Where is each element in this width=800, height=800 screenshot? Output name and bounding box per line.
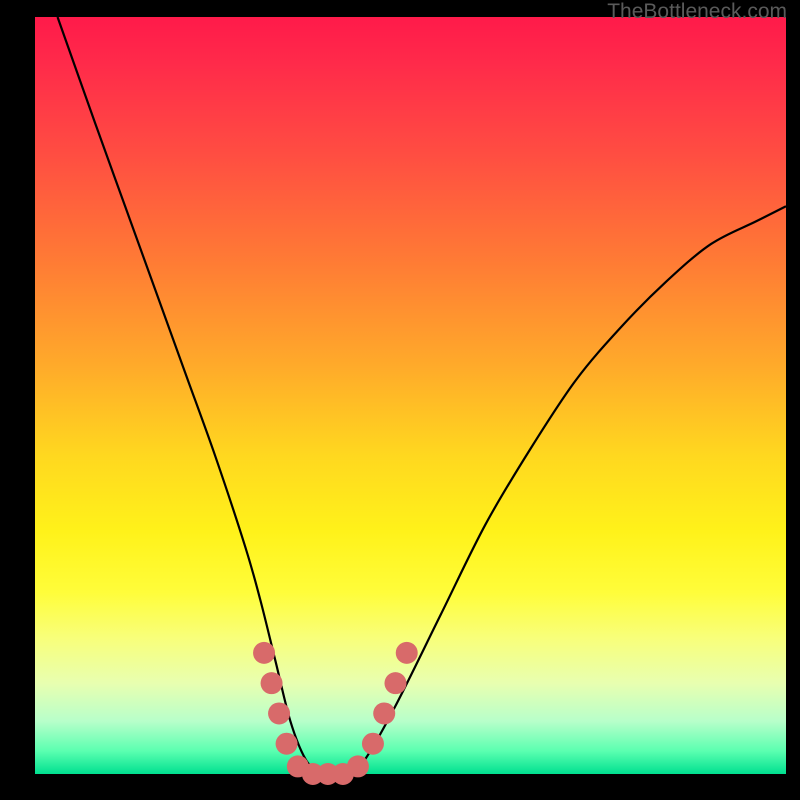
chart-svg xyxy=(35,17,786,774)
marker-dot xyxy=(396,642,418,664)
watermark-text: TheBottleneck.com xyxy=(607,0,787,24)
marker-dot xyxy=(347,755,369,777)
marker-dot xyxy=(253,642,275,664)
marker-dot xyxy=(362,733,384,755)
marker-dot xyxy=(261,672,283,694)
marker-dot xyxy=(276,733,298,755)
bottleneck-curve xyxy=(58,17,786,775)
marker-dot xyxy=(384,672,406,694)
marker-dot xyxy=(268,702,290,724)
chart-container xyxy=(35,17,786,774)
highlight-markers xyxy=(253,642,418,785)
marker-dot xyxy=(373,702,395,724)
